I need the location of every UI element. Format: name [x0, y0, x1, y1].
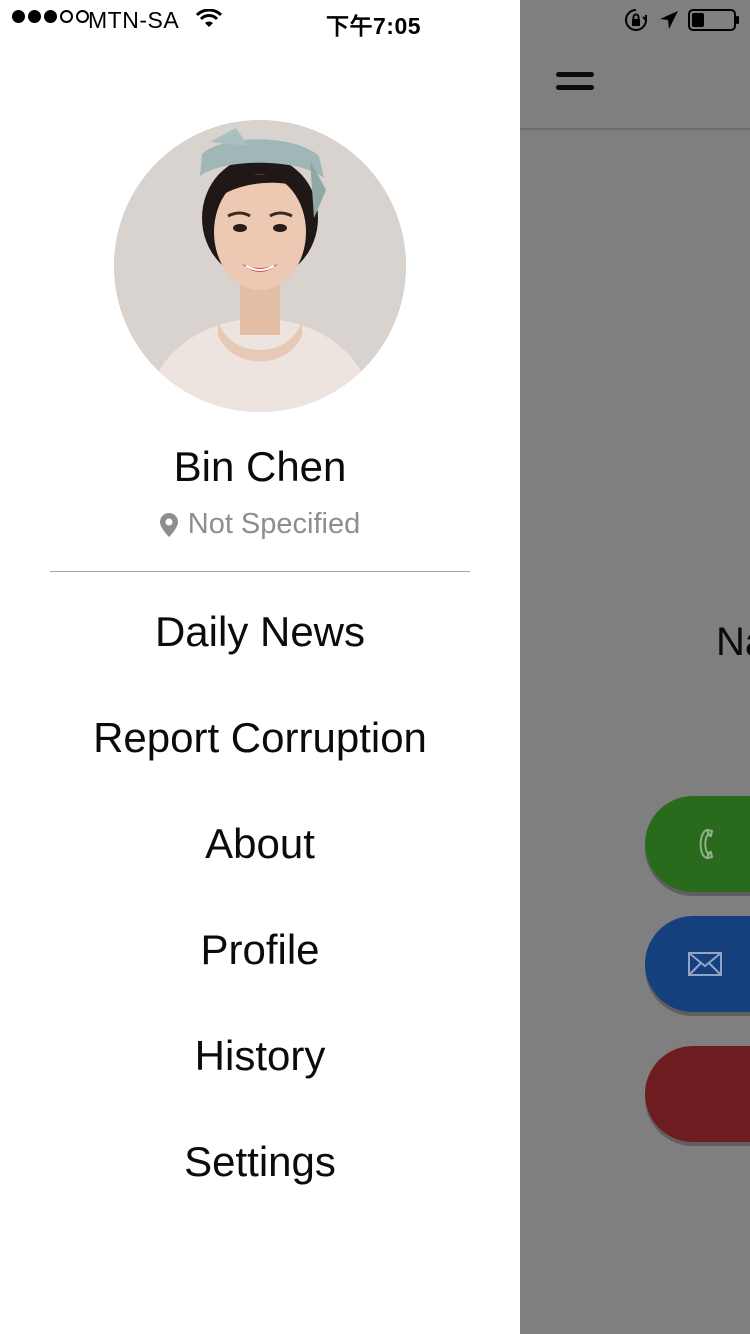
main-screen: Na	[520, 0, 750, 1334]
location-arrow-icon	[660, 11, 678, 29]
side-drawer: Bin Chen Not Specified Daily News Report…	[0, 0, 520, 1334]
email-button[interactable]	[645, 916, 750, 1012]
status-time: 下午7:05	[326, 13, 422, 39]
menu-item-settings[interactable]: Settings	[0, 1109, 520, 1215]
battery-level	[692, 13, 704, 27]
user-location: Not Specified	[0, 508, 520, 541]
user-location-text: Not Specified	[187, 508, 361, 540]
menu-item-history[interactable]: History	[0, 1003, 520, 1109]
signal-dot-filled	[44, 10, 57, 23]
phone-icon	[699, 828, 714, 860]
battery-icon	[688, 9, 739, 31]
cellular-signal-indicator	[12, 10, 89, 23]
red-action-button[interactable]	[645, 1046, 750, 1142]
signal-dot-filled	[28, 10, 41, 23]
menu-item-daily-news[interactable]: Daily News	[0, 579, 520, 685]
carrier-name: MTN-SA	[88, 7, 180, 33]
user-photo	[114, 120, 406, 412]
menu-item-about[interactable]: About	[0, 791, 520, 897]
call-button[interactable]	[645, 796, 750, 892]
hamburger-menu-icon[interactable]	[556, 72, 594, 94]
envelope-icon	[688, 952, 722, 976]
user-name: Bin Chen	[173, 443, 347, 490]
menu-item-report-corruption[interactable]: Report Corruption	[0, 685, 520, 791]
orientation-lock-icon	[625, 9, 647, 31]
signal-dot-filled	[12, 10, 25, 23]
drawer-divider	[50, 571, 470, 572]
status-bar: MTN-SA 下午7:05	[0, 0, 750, 40]
main-title-fragment: Na	[716, 620, 750, 664]
location-pin-icon	[159, 512, 178, 537]
wifi-icon	[196, 9, 222, 27]
signal-dot-empty	[60, 10, 73, 23]
menu-item-profile[interactable]: Profile	[0, 897, 520, 1003]
user-avatar[interactable]	[114, 120, 406, 412]
